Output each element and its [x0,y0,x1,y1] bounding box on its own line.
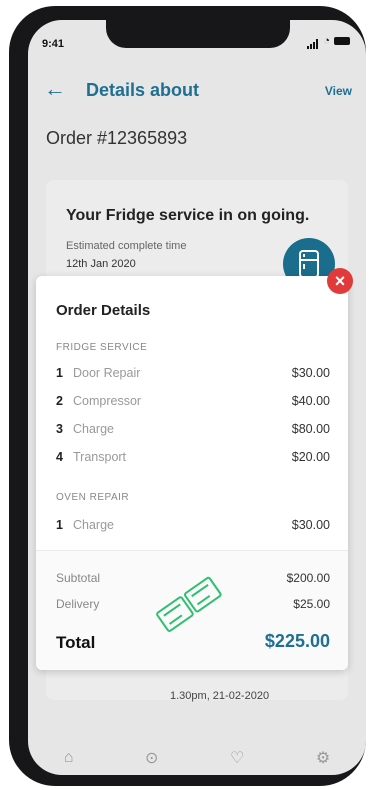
section-label-fridge: FRIDGE SERVICE [56,342,148,353]
view-button[interactable]: View [325,84,352,98]
list-item: 2 Compressor $40.00 [56,394,330,412]
timestamp: 1.30pm, 21-02-2020 [170,690,270,702]
item-price: $80.00 [291,422,330,436]
total-label: Total [56,633,96,652]
item-price: $20.00 [291,450,330,464]
item-index: 1 [56,366,63,380]
modal-title: Order Details [56,302,151,319]
order-details-modal: Order Details FRIDGE SERVICE 1 Door Repa… [36,276,348,670]
battery-icon [334,37,350,45]
wifi-icon: ◔ [323,35,330,47]
item-price: $30.00 [291,518,330,532]
item-index: 2 [56,394,63,408]
service-status-title: Your Fridge service in on going. [66,207,310,224]
list-item: 4 Transport $20.00 [56,450,330,468]
bottom-nav: ⌂ ⊙ ♡ ⚙ [28,738,366,775]
order-summary: Subtotal $200.00 Delivery $25.00 Total $… [36,550,348,670]
item-index: 1 [56,518,63,532]
delivery-label: Delivery [56,597,100,611]
settings-icon[interactable]: ⚙ [316,748,330,768]
item-name: Charge [73,422,114,436]
location-icon[interactable]: ⊙ [145,748,158,768]
status-icons: ◔ [307,35,350,49]
close-icon[interactable]: × [327,268,353,294]
paid-stamp-icon [150,571,230,646]
notch [106,20,290,48]
total-value: $225.00 [264,631,330,651]
item-price: $30.00 [291,366,330,380]
item-name: Door Repair [73,366,141,380]
section-label-oven: OVEN REPAIR [56,492,130,503]
page-title: Details about [86,80,200,100]
item-price: $40.00 [291,394,330,408]
list-item: 1 Charge $30.00 [56,518,330,536]
heart-icon[interactable]: ♡ [230,748,244,768]
subtotal-label: Subtotal [56,571,101,585]
list-item: 1 Door Repair $30.00 [56,366,330,384]
order-number: Order #12365893 [46,128,188,148]
eta-label: Estimated complete time [66,240,187,252]
delivery-value: $25.00 [293,597,330,611]
item-index: 3 [56,422,63,436]
status-time: 9:41 [42,38,65,50]
item-name: Charge [73,518,114,532]
subtotal-value: $200.00 [286,571,330,585]
item-index: 4 [56,450,63,464]
home-icon[interactable]: ⌂ [64,749,74,767]
item-name: Compressor [73,394,142,408]
eta-value: 12th Jan 2020 [66,258,136,270]
back-arrow-icon[interactable]: ← [44,78,66,100]
item-name: Transport [73,450,127,464]
list-item: 3 Charge $80.00 [56,422,330,440]
signal-icon [307,36,319,49]
